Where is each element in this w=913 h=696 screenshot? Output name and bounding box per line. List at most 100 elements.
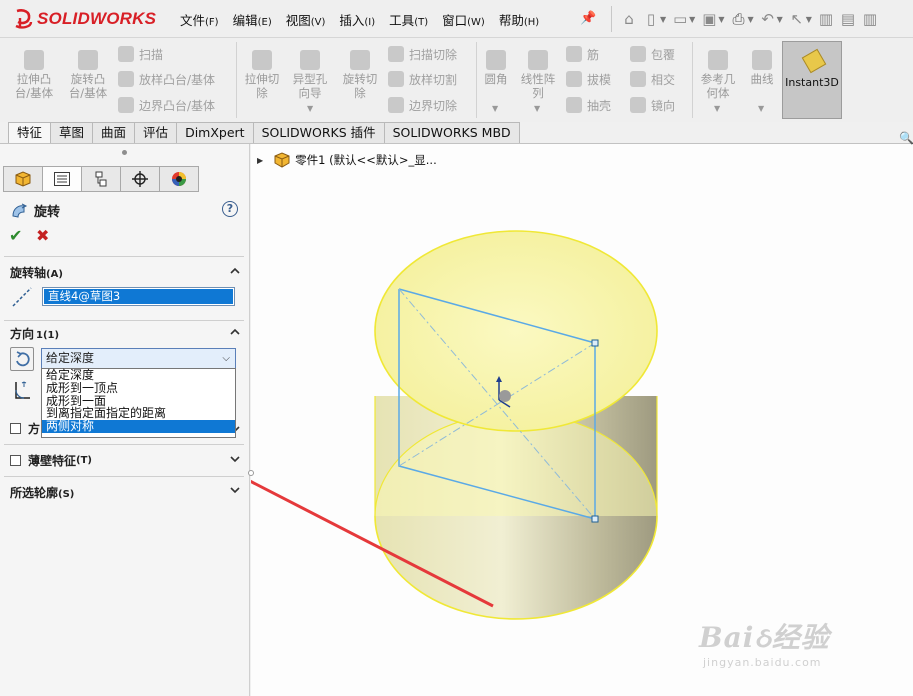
draft-button[interactable]: 拔模: [566, 69, 611, 89]
thin-feature-checkbox[interactable]: [10, 455, 21, 466]
swept-cut-button[interactable]: 扫描切除: [388, 44, 457, 64]
dimxpert-manager-tab[interactable]: [120, 166, 160, 192]
graphics-area[interactable]: 🔍 ▶ 零件1 (默认<<默认>_显... Baiઠ经验 jingyan.bai…: [248, 131, 913, 696]
display-manager-tab[interactable]: [159, 166, 199, 192]
revolve-cut-icon: [350, 50, 370, 70]
intersect-button[interactable]: 相交: [630, 69, 675, 89]
selected-contours-header[interactable]: 所选轮廓(S): [10, 484, 74, 501]
solidworks-logo[interactable]: SOLIDWORKS: [14, 6, 156, 32]
ok-checkmark-icon[interactable]: ✔: [9, 226, 22, 245]
open-folder-icon[interactable]: ▭: [669, 8, 691, 30]
thin-feature-shortcut: (T): [76, 455, 92, 466]
pin-menu-icon[interactable]: 📌: [580, 11, 596, 26]
menu-bar: 文件(F) 编辑(E) 视图(V) 插入(I) 工具(T) 窗口(W) 帮助(H…: [180, 10, 553, 29]
reference-geometry-dropdown-arrow[interactable]: ▼: [714, 104, 720, 113]
shell-label: 抽壳: [587, 98, 612, 113]
revolve-cut-button[interactable]: 旋转切 除: [338, 50, 382, 100]
undo-icon[interactable]: ↶: [757, 8, 779, 30]
chevron-down-icon: ⌵: [222, 353, 230, 364]
direction-section-header[interactable]: 方向 1(1): [10, 325, 59, 342]
tab-sketch[interactable]: 草图: [51, 122, 94, 144]
menu-help[interactable]: 帮助(H): [499, 10, 539, 29]
lofted-cut-button[interactable]: 放样切割: [388, 69, 457, 89]
expand-chevron-down-icon[interactable]: [230, 454, 240, 464]
wrap-button[interactable]: 包覆: [630, 44, 675, 64]
help-icon[interactable]: ?: [222, 201, 238, 217]
axis-value-text: 直线4@草图3: [44, 289, 233, 304]
save-icon[interactable]: ▣: [698, 8, 720, 30]
menu-window[interactable]: 窗口(W): [442, 10, 485, 29]
rotation-axis-field[interactable]: 直线4@草图3: [42, 287, 235, 306]
tab-evaluate[interactable]: 评估: [135, 122, 178, 144]
menu-insert[interactable]: 插入(I): [339, 10, 375, 29]
extrude-cut-button[interactable]: 拉伸切 除: [240, 50, 284, 100]
direction2-checkbox[interactable]: [10, 423, 21, 434]
feature-manager-tab[interactable]: [3, 166, 43, 192]
menu-tools[interactable]: 工具(T): [389, 10, 428, 29]
mirror-button[interactable]: 镜向: [630, 95, 675, 115]
tab-mbd[interactable]: SOLIDWORKS MBD: [384, 122, 520, 144]
panel-resize-grip[interactable]: [248, 470, 254, 476]
reference-geometry-button[interactable]: 参考几 何体: [696, 50, 740, 100]
cancel-x-icon[interactable]: ✖: [36, 226, 49, 245]
select-cursor-icon[interactable]: ↖: [786, 8, 808, 30]
tab-surfaces[interactable]: 曲面: [93, 122, 136, 144]
hole-wizard-button[interactable]: 异型孔 向导: [288, 50, 332, 100]
loft-boss-button[interactable]: 放样凸台/基体: [118, 69, 215, 89]
shell-button[interactable]: 抽壳: [566, 95, 611, 115]
option-blind[interactable]: 给定深度: [42, 369, 235, 382]
direction2-checkbox-row[interactable]: 方: [10, 420, 40, 437]
linear-pattern-button[interactable]: 线性阵 列: [516, 50, 560, 100]
home-icon[interactable]: ⌂: [618, 8, 640, 30]
end-condition-select[interactable]: 给定深度 ⌵: [41, 348, 236, 369]
menu-edit[interactable]: 编辑(E): [233, 10, 272, 29]
collapse-chevron-up-icon[interactable]: [230, 266, 240, 276]
undo-dropdown-arrow[interactable]: ▼: [777, 15, 783, 24]
rebuild-icon[interactable]: ▥: [815, 8, 837, 30]
revolve-boss-button[interactable]: 旋转凸 台/基体: [66, 50, 110, 100]
configuration-manager-tab[interactable]: [81, 166, 121, 192]
fillet-button[interactable]: 圆角: [474, 50, 518, 86]
boundary-boss-button[interactable]: 边界凸台/基体: [118, 95, 215, 115]
print-icon[interactable]: ⎙: [727, 8, 749, 30]
option-up-to-vertex[interactable]: 成形到一顶点: [42, 381, 235, 395]
tab-dimxpert[interactable]: DimXpert: [177, 122, 254, 144]
rib-button[interactable]: 筋: [566, 44, 599, 64]
open-dropdown-arrow[interactable]: ▼: [689, 15, 695, 24]
curves-dropdown-arrow[interactable]: ▼: [758, 104, 764, 113]
option-mid-plane[interactable]: 两侧对称: [42, 420, 235, 433]
options-icon[interactable]: ▥: [859, 8, 881, 30]
print-dropdown-arrow[interactable]: ▼: [747, 15, 753, 24]
sweep-button[interactable]: 扫描: [118, 44, 163, 64]
collapse-chevron-up-icon[interactable]: [230, 327, 240, 337]
axis-section-header[interactable]: 旋转轴(A): [10, 264, 63, 281]
axis-line-icon: [12, 287, 32, 307]
end-condition-dropdown-list: 给定深度 成形到一顶点 成形到一面 到离指定面指定的距离 两侧对称: [41, 368, 236, 438]
tab-addins[interactable]: SOLIDWORKS 插件: [253, 122, 385, 144]
intersect-label: 相交: [651, 72, 676, 87]
extrude-boss-button[interactable]: 拉伸凸 台/基体: [12, 50, 56, 100]
new-dropdown-arrow[interactable]: ▼: [660, 15, 666, 24]
tab-features[interactable]: 特征: [8, 122, 52, 144]
hole-wizard-dropdown-arrow[interactable]: ▼: [307, 104, 313, 113]
new-document-icon[interactable]: ▯: [640, 8, 662, 30]
cylinder-top-face: [374, 230, 658, 432]
expand-chevron-down-icon[interactable]: [230, 485, 240, 495]
save-dropdown-arrow[interactable]: ▼: [718, 15, 724, 24]
thin-feature-checkbox-row[interactable]: 薄壁特征 (T): [10, 452, 92, 469]
menu-view[interactable]: 视图(V): [286, 10, 326, 29]
panel-grip[interactable]: [122, 150, 127, 155]
wrap-label: 包覆: [651, 47, 676, 62]
menu-file[interactable]: 文件(F): [180, 10, 219, 29]
reverse-direction-button[interactable]: [10, 347, 34, 371]
fillet-dropdown-arrow[interactable]: ▼: [492, 104, 498, 113]
search-icon[interactable]: 🔍: [899, 131, 913, 145]
file-properties-icon[interactable]: ▤: [837, 8, 859, 30]
instant3d-button[interactable]: Instant3D: [782, 41, 842, 119]
curves-button[interactable]: 曲线: [740, 50, 784, 86]
pattern-dropdown-arrow[interactable]: ▼: [534, 104, 540, 113]
property-manager-title: 旋转: [10, 201, 60, 220]
boundary-cut-button[interactable]: 边界切除: [388, 95, 457, 115]
property-manager-tab[interactable]: [42, 166, 82, 192]
select-dropdown-arrow[interactable]: ▼: [806, 15, 812, 24]
